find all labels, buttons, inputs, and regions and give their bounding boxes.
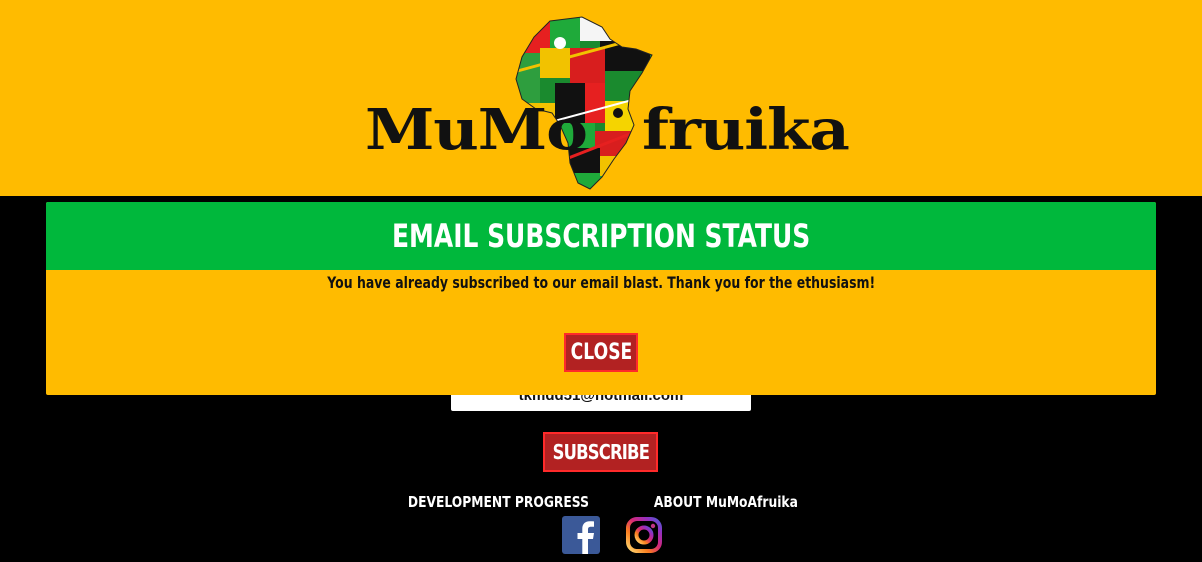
modal-header: EMAIL SUBSCRIPTION STATUS (46, 202, 1156, 270)
modal-message: You have already subscribed to our email… (46, 273, 1156, 293)
close-button[interactable]: CLOSE (564, 333, 638, 372)
footer-nav: DEVELOPMENT PROGRESS ABOUT MuMoAfruika (0, 493, 1202, 512)
site-header: MuMo fruika (0, 0, 1202, 196)
site-logo[interactable]: MuMo fruika (360, 10, 850, 195)
subscription-status-modal: EMAIL SUBSCRIPTION STATUS You have alrea… (46, 202, 1156, 395)
logo-text-right: fruika (642, 97, 850, 163)
subscribe-button-label: SUBSCRIBE (552, 440, 649, 464)
subscribe-button[interactable]: SUBSCRIBE (543, 432, 658, 472)
about-link[interactable]: ABOUT MuMoAfruika (654, 493, 798, 511)
modal-message-text: You have already subscribed to our email… (327, 273, 875, 292)
logo-text-left: MuMo (365, 97, 588, 163)
development-progress-link[interactable]: DEVELOPMENT PROGRESS (408, 493, 589, 511)
close-button-label: CLOSE (570, 340, 632, 365)
facebook-icon[interactable] (562, 516, 600, 554)
instagram-icon[interactable] (625, 516, 663, 554)
modal-title: EMAIL SUBSCRIPTION STATUS (391, 217, 811, 255)
